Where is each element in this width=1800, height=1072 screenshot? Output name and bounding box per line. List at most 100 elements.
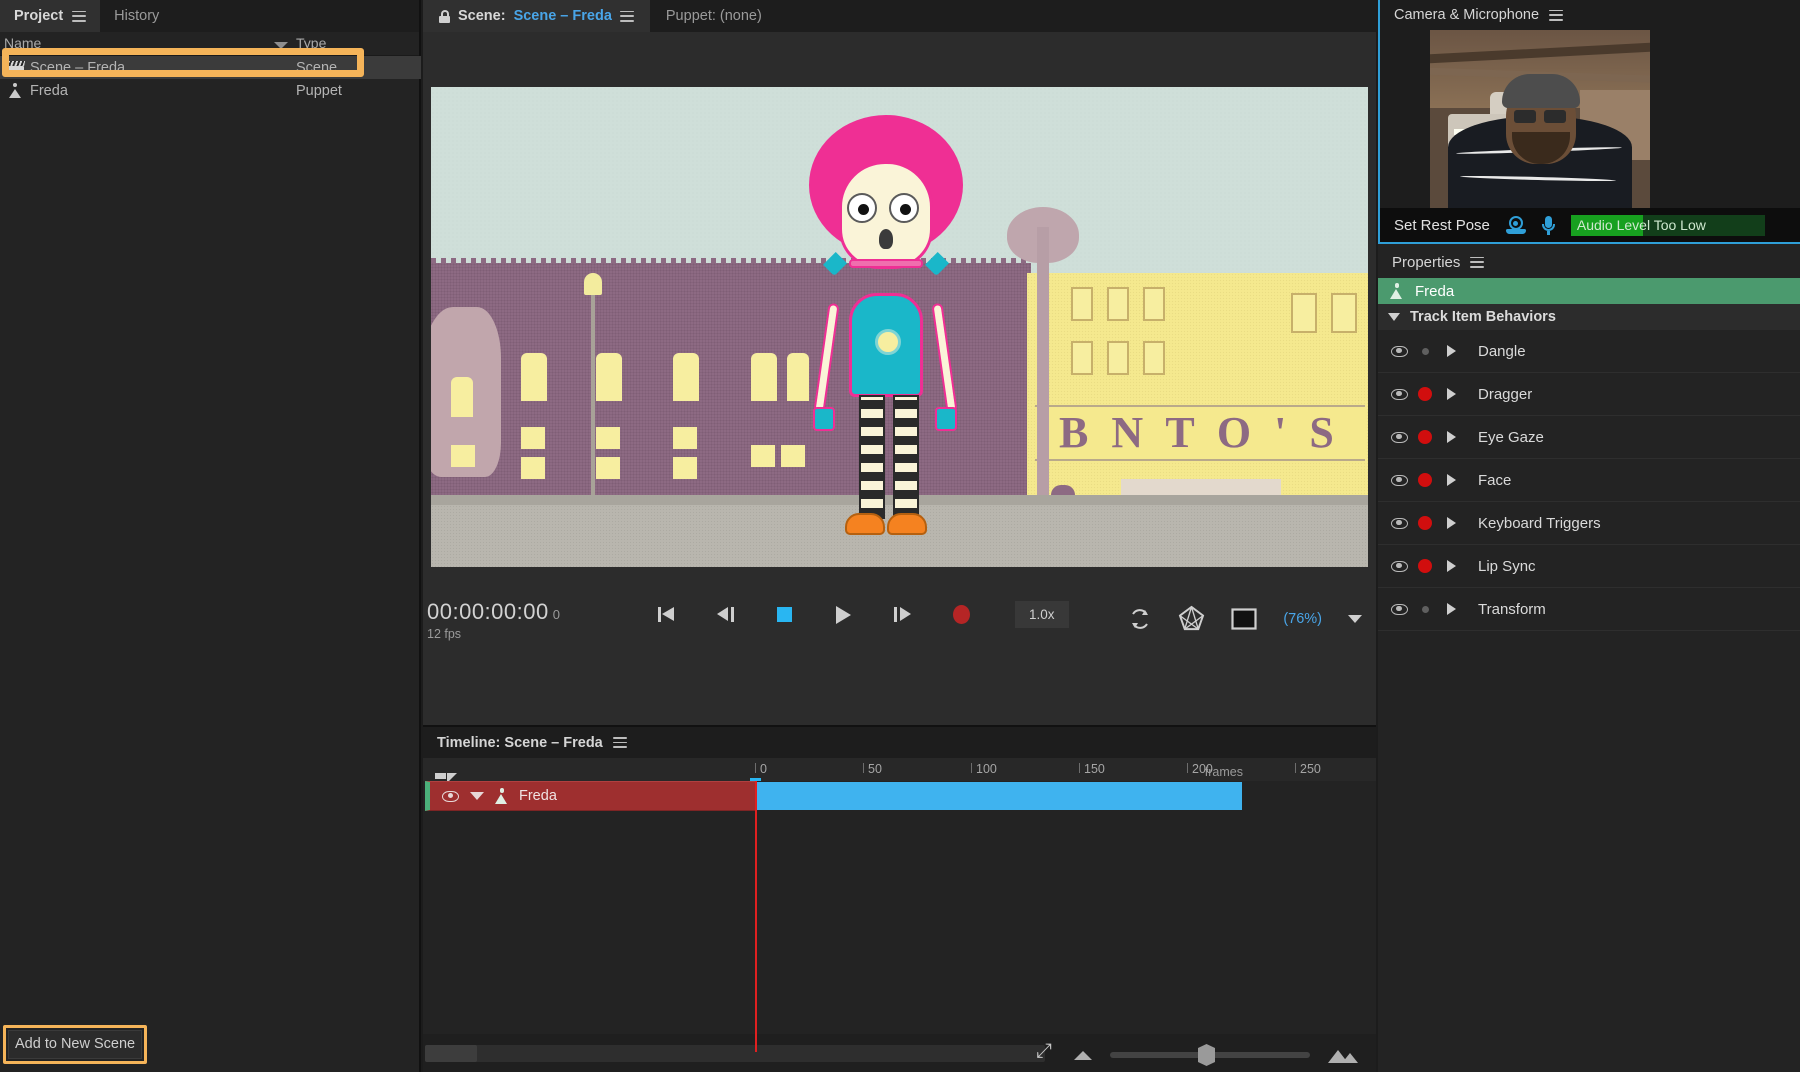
behavior-expand-icon[interactable] (1438, 474, 1464, 486)
behavior-arm-toggle[interactable] (1412, 516, 1438, 530)
step-forward-button[interactable] (889, 602, 915, 628)
behavior-visibility-icon[interactable] (1386, 346, 1412, 357)
window (596, 427, 620, 449)
project-panel-menu-icon[interactable] (72, 11, 86, 22)
audio-status-label: Too Low (1654, 217, 1706, 233)
scene-canvas-area[interactable]: B N T O ' S (423, 32, 1376, 650)
behavior-name-label: Eye Gaze (1478, 429, 1544, 446)
behavior-expand-icon[interactable] (1438, 388, 1464, 400)
behavior-row-eye-gaze[interactable]: Eye Gaze (1378, 416, 1800, 459)
scene-tab-menu-icon[interactable] (620, 11, 634, 22)
group-collapse-icon[interactable] (1388, 313, 1400, 321)
behavior-arm-toggle[interactable] (1412, 387, 1438, 401)
tab-history-label: History (114, 8, 159, 24)
play-button[interactable] (830, 602, 856, 628)
project-item-list: Scene – Freda Scene Freda Puppet (0, 56, 421, 102)
mesh-icon[interactable] (1178, 605, 1205, 632)
scrollbar-thumb[interactable] (425, 1045, 477, 1062)
behavior-row-keyboard-triggers[interactable]: Keyboard Triggers (1378, 502, 1800, 545)
column-header-name[interactable]: Name (4, 35, 41, 51)
window (1143, 287, 1165, 321)
lock-icon[interactable] (439, 10, 450, 23)
add-to-new-scene-button[interactable]: Add to New Scene (8, 1030, 142, 1059)
behavior-arm-toggle[interactable] (1412, 348, 1438, 355)
rectangle-icon[interactable] (1231, 608, 1257, 630)
webcam-preview[interactable] (1430, 30, 1650, 208)
window (521, 353, 547, 401)
camera-icon[interactable] (1506, 216, 1526, 234)
refresh-icon[interactable] (1128, 607, 1152, 631)
sort-descending-icon[interactable] (274, 42, 288, 49)
behavior-arm-toggle[interactable] (1412, 473, 1438, 487)
project-row-freda[interactable]: Freda Puppet (0, 79, 421, 102)
microphone-icon[interactable] (1542, 216, 1555, 235)
behavior-row-dangle[interactable]: Dangle (1378, 330, 1800, 373)
track-expand-icon[interactable] (470, 792, 484, 800)
fit-to-window-icon[interactable] (1036, 1045, 1056, 1065)
visibility-eye-icon[interactable] (442, 791, 459, 802)
behavior-row-face[interactable]: Face (1378, 459, 1800, 502)
stop-icon (777, 607, 792, 622)
behavior-expand-icon[interactable] (1438, 431, 1464, 443)
current-timecode[interactable]: 00:00:00:00 (427, 599, 549, 624)
behavior-visibility-icon[interactable] (1386, 561, 1412, 572)
track-clip-freda[interactable] (755, 782, 1242, 810)
behavior-arm-toggle[interactable] (1412, 606, 1438, 613)
zoom-out-icon[interactable] (1074, 1051, 1092, 1060)
window (1071, 287, 1093, 321)
zoom-dropdown-icon[interactable] (1348, 615, 1362, 623)
playback-speed-button[interactable]: 1.0x (1015, 601, 1069, 628)
behavior-arm-toggle[interactable] (1412, 430, 1438, 444)
current-frame-number: 0 (553, 607, 561, 622)
behavior-expand-icon[interactable] (1438, 603, 1464, 615)
selected-puppet-bar[interactable]: Freda (1378, 278, 1800, 304)
zoom-level-label[interactable]: (76%) (1283, 611, 1322, 627)
set-rest-pose-button[interactable]: Set Rest Pose (1394, 217, 1490, 234)
puppet-freda-artwork[interactable] (787, 107, 987, 547)
tab-scene-freda[interactable]: Scene: Scene – Freda (423, 0, 650, 32)
track-header-freda[interactable]: Freda (425, 781, 755, 811)
column-header-type[interactable]: Type (296, 35, 326, 51)
properties-menu-icon[interactable] (1470, 257, 1484, 268)
table-row[interactable]: Freda (423, 781, 1376, 811)
puppet-eye-right (889, 193, 919, 223)
timecode-block[interactable]: 00:00:00:000 12 fps (427, 599, 560, 641)
behavior-visibility-icon[interactable] (1386, 389, 1412, 400)
slider-knob[interactable] (1198, 1044, 1215, 1066)
timeline-horizontal-scrollbar[interactable] (425, 1045, 1045, 1062)
behavior-arm-toggle[interactable] (1412, 559, 1438, 573)
tab-history[interactable]: History (100, 0, 173, 32)
tab-puppet-none[interactable]: Puppet: (none) (650, 0, 778, 32)
project-row-scene-freda[interactable]: Scene – Freda Scene (0, 56, 421, 79)
timeline-panel: Timeline: Scene – Freda frames m:ss 0 50… (423, 725, 1376, 1072)
camera-panel-menu-icon[interactable] (1549, 10, 1563, 21)
puppet-icon (495, 788, 508, 804)
behavior-expand-icon[interactable] (1438, 560, 1464, 572)
window (521, 427, 545, 449)
track-item-behaviors-group[interactable]: Track Item Behaviors (1378, 304, 1800, 330)
timeline-zoom-slider[interactable] (1110, 1052, 1310, 1058)
puppet-mouth (849, 259, 923, 268)
behavior-expand-icon[interactable] (1438, 345, 1464, 357)
behavior-visibility-icon[interactable] (1386, 475, 1412, 486)
record-button[interactable] (948, 602, 974, 628)
character-animator-window: Project History Name Type Scene – Freda … (0, 0, 1800, 1072)
tab-project[interactable]: Project (0, 0, 100, 32)
puppet-shoe-left (845, 513, 885, 535)
behavior-row-lip-sync[interactable]: Lip Sync (1378, 545, 1800, 588)
behavior-row-transform[interactable]: Transform (1378, 588, 1800, 631)
behavior-expand-icon[interactable] (1438, 517, 1464, 529)
behavior-visibility-icon[interactable] (1386, 518, 1412, 529)
step-back-button[interactable] (712, 602, 738, 628)
stop-button[interactable] (771, 602, 797, 628)
go-to-start-button[interactable] (653, 602, 679, 628)
behavior-row-dragger[interactable]: Dragger (1378, 373, 1800, 416)
audio-level-meter[interactable]: Audio Level Too Low (1571, 215, 1765, 236)
scene-artwork[interactable]: B N T O ' S (431, 87, 1368, 567)
timeline-menu-icon[interactable] (613, 737, 627, 748)
zoom-in-icon[interactable] (1328, 1048, 1358, 1063)
behavior-visibility-icon[interactable] (1386, 432, 1412, 443)
puppet-leg-left (859, 395, 885, 519)
project-row-type: Puppet (296, 83, 342, 99)
behavior-visibility-icon[interactable] (1386, 604, 1412, 615)
